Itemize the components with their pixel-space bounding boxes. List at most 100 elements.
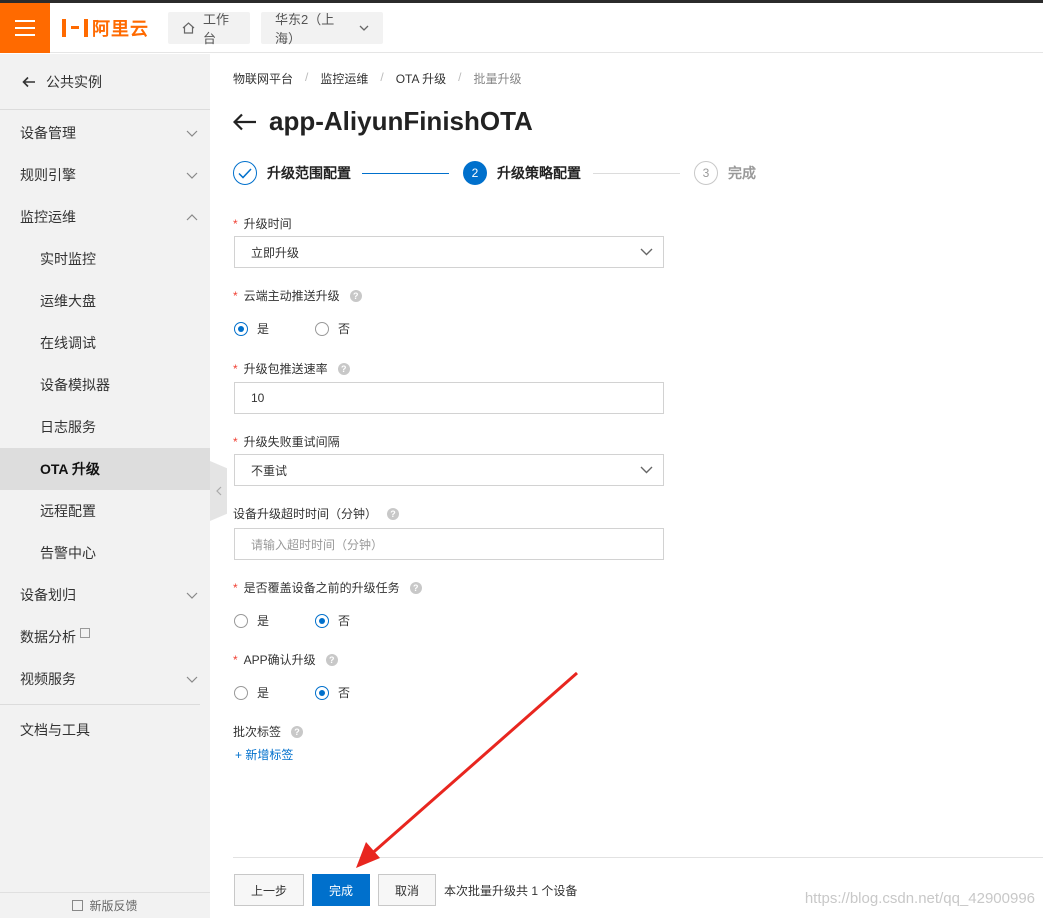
breadcrumb-ota-upgrade[interactable]: OTA 升级 [396,70,446,87]
field-label-text: 批次标签 [233,725,282,739]
sidebar-item-data-analysis[interactable]: 数据分析 [0,616,210,658]
chevron-down-icon [640,248,653,256]
overwrite-no-radio[interactable]: 否 [315,612,350,629]
sidebar-item-label: 设备划归 [20,587,76,603]
upgrade-time-select[interactable]: 立即升级 [234,236,664,268]
sidebar-item-remote-config[interactable]: 远程配置 [0,490,210,532]
back-arrow-icon[interactable] [233,113,257,131]
radio-label: 是 [257,322,270,336]
radio-checked-icon [234,321,248,336]
cloud-push-radio-group: 是 否 [234,320,350,337]
push-rate-label: * 升级包推送速率? [233,360,350,377]
sidebar-item-label: 规则引擎 [20,167,76,183]
sidebar-item-label: 文档与工具 [20,722,90,738]
step-connector-done [362,173,449,174]
sidebar-item-device-assignment[interactable]: 设备划归 [0,574,210,616]
sidebar-item-device-simulator[interactable]: 设备模拟器 [0,364,210,406]
step-connector-todo [593,173,680,174]
push-rate-input[interactable]: 10 [234,382,664,414]
feedback-link[interactable]: 新版反馈 [0,892,210,918]
field-label-text: 设备升级超时时间（分钟） [233,507,378,521]
chevron-down-icon [186,130,198,137]
help-icon[interactable]: ? [325,653,338,666]
input-placeholder: 请输入超时时间（分钟） [251,537,384,552]
step-number: 3 [694,161,718,185]
back-to-public-instance[interactable]: 公共实例 [0,54,210,110]
previous-step-button[interactable]: 上一步 [234,874,304,906]
radio-label: 是 [257,614,270,628]
sidebar-item-ota-upgrade[interactable]: OTA 升级 [0,448,210,490]
sidebar-item-label: 告警中心 [40,545,96,561]
batch-summary-text: 本次批量升级共 1 个设备 [444,884,578,898]
sidebar-item-video-service[interactable]: 视频服务 [0,658,210,700]
sidebar-item-realtime-monitor[interactable]: 实时监控 [0,238,210,280]
required-mark: * [233,216,238,231]
app-confirm-no-radio[interactable]: 否 [315,684,350,701]
step-done-check-icon [233,161,257,185]
sidebar-item-log-service[interactable]: 日志服务 [0,406,210,448]
sidebar-item-alarm-center[interactable]: 告警中心 [0,532,210,574]
radio-unchecked-icon [234,613,248,628]
sidebar-item-label-text: 数据分析 [20,629,76,645]
sidebar-item-monitoring-ops[interactable]: 监控运维 [0,196,210,238]
breadcrumb-separator: / [458,70,462,84]
footer-divider [233,857,1043,858]
timeout-input[interactable]: 请输入超时时间（分钟） [234,528,664,560]
cancel-button[interactable]: 取消 [378,874,436,906]
feedback-icon [72,900,84,911]
select-value: 不重试 [251,463,288,478]
watermark: https://blog.csdn.net/qq_42900996 [804,890,1035,907]
region-selector[interactable]: 华东2（上海） [261,12,383,46]
help-icon[interactable]: ? [387,507,400,520]
field-label-text: 升级时间 [243,217,292,231]
help-icon[interactable]: ? [291,725,304,738]
sidebar-item-label: 运维大盘 [40,293,96,309]
sidebar-item-label: OTA 升级 [40,461,100,477]
required-mark: * [233,652,238,667]
sidebar-item-ops-dashboard[interactable]: 运维大盘 [0,280,210,322]
finish-button[interactable]: 完成 [312,874,370,906]
step-label: 完成 [728,165,756,181]
app-confirm-yes-radio[interactable]: 是 [234,684,269,701]
step-scope-config: 升级范围配置 [233,161,351,185]
main-content: 物联网平台 / 监控运维 / OTA 升级 / 批量升级 app-AliyunF… [233,54,1043,918]
sidebar-item-rule-engine[interactable]: 规则引擎 [0,154,210,196]
cloud-push-no-radio[interactable]: 否 [315,320,350,337]
overwrite-task-label: * 是否覆盖设备之前的升级任务? [233,579,422,596]
radio-unchecked-icon [315,321,330,336]
breadcrumb: 物联网平台 / 监控运维 / OTA 升级 / 批量升级 [233,70,522,87]
radio-checked-icon [315,685,330,700]
chevron-down-icon [186,676,198,683]
workbench-button[interactable]: 工作台 [168,12,250,46]
sidebar-item-label: 数据分析 [20,627,90,647]
aliyun-logo[interactable]: 阿里云 [62,15,149,41]
breadcrumb-monitoring-ops[interactable]: 监控运维 [320,70,368,87]
help-icon[interactable]: ? [337,362,350,375]
step-indicator: 升级范围配置 2 升级策略配置 3 完成 [233,161,793,187]
help-icon[interactable]: ? [409,581,422,594]
field-label-text: 升级包推送速率 [243,362,328,376]
breadcrumb-iot-platform[interactable]: 物联网平台 [233,70,293,87]
breadcrumb-separator: / [305,70,309,84]
cloud-push-yes-radio[interactable]: 是 [234,320,269,337]
sidebar-item-label: 监控运维 [20,209,76,225]
help-icon[interactable]: ? [349,289,362,302]
sidebar-item-docs-tools[interactable]: 文档与工具 [0,709,210,751]
field-label-text: 升级失败重试间隔 [243,435,340,449]
sidebar-item-label: 视频服务 [20,671,76,687]
home-icon [182,22,195,34]
step-label: 升级策略配置 [497,165,581,181]
overwrite-yes-radio[interactable]: 是 [234,612,269,629]
step-complete: 3 完成 [694,161,756,185]
retry-interval-select[interactable]: 不重试 [234,454,664,486]
back-label: 公共实例 [46,73,102,90]
sidebar-collapse-handle[interactable] [210,461,227,521]
chevron-down-icon [359,25,369,31]
chevron-left-icon [215,486,221,496]
sidebar-item-label: 设备管理 [20,125,76,141]
hamburger-menu-icon[interactable] [0,3,50,53]
sidebar-item-device-management[interactable]: 设备管理 [0,112,210,154]
sidebar-item-online-debug[interactable]: 在线调试 [0,322,210,364]
add-tag-link[interactable]: + 新增标签 [235,746,293,763]
app-confirm-label: * APP确认升级? [233,651,338,668]
